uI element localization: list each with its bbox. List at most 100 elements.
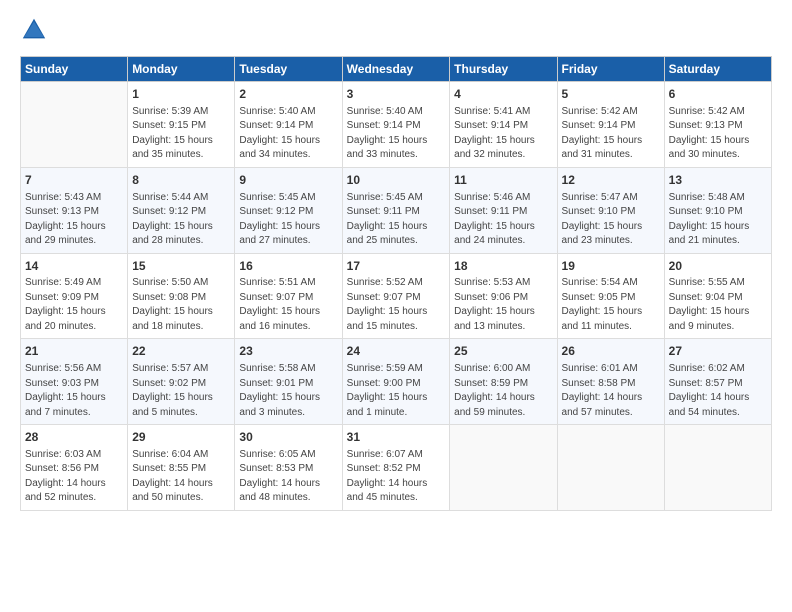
col-header-thursday: Thursday bbox=[450, 57, 557, 82]
day-cell: 10 Sunrise: 5:45 AM Sunset: 9:11 PM Dayli… bbox=[342, 167, 450, 253]
day-info: Sunrise: 5:56 AM Sunset: 9:03 PM Dayligh… bbox=[25, 362, 123, 420]
day-number: 21 bbox=[25, 343, 123, 360]
day-number: 18 bbox=[454, 258, 552, 275]
day-number: 1 bbox=[132, 86, 230, 103]
day-info: Sunrise: 5:39 AM Sunset: 9:15 PM Dayligh… bbox=[132, 105, 230, 163]
day-number: 19 bbox=[562, 258, 660, 275]
day-number: 25 bbox=[454, 343, 552, 360]
day-cell: 4 Sunrise: 5:41 AM Sunset: 9:14 PM Daylig… bbox=[450, 82, 557, 168]
week-row-2: 7Sunrise: 5:43 AM Sunset: 9:13 PM Daylig… bbox=[21, 167, 772, 253]
day-cell: 11 Sunrise: 5:46 AM Sunset: 9:11 PM Dayli… bbox=[450, 167, 557, 253]
day-cell: 28 Sunrise: 6:03 AM Sunset: 8:56 PM Dayli… bbox=[21, 425, 128, 511]
day-info: Sunrise: 5:44 AM Sunset: 9:12 PM Dayligh… bbox=[132, 191, 230, 249]
day-cell: 8 Sunrise: 5:44 AM Sunset: 9:12 PM Daylig… bbox=[128, 167, 235, 253]
day-info: Sunrise: 6:04 AM Sunset: 8:55 PM Dayligh… bbox=[132, 448, 230, 506]
day-cell: 29Sunrise: 6:04 AM Sunset: 8:55 PM Dayli… bbox=[128, 425, 235, 511]
day-number: 11 bbox=[454, 172, 552, 189]
day-cell: 15Sunrise: 5:50 AM Sunset: 9:08 PM Dayli… bbox=[128, 253, 235, 339]
day-info: Sunrise: 5:41 AM Sunset: 9:14 PM Dayligh… bbox=[454, 105, 552, 163]
day-number: 28 bbox=[25, 429, 123, 446]
day-info: Sunrise: 6:01 AM Sunset: 8:58 PM Dayligh… bbox=[562, 362, 660, 420]
day-cell bbox=[557, 425, 664, 511]
day-cell bbox=[664, 425, 771, 511]
day-cell: 25 Sunrise: 6:00 AM Sunset: 8:59 PM Dayli… bbox=[450, 339, 557, 425]
day-number: 10 bbox=[347, 172, 446, 189]
calendar-table: SundayMondayTuesdayWednesdayThursdayFrid… bbox=[20, 56, 772, 511]
day-cell: 16Sunrise: 5:51 AM Sunset: 9:07 PM Dayli… bbox=[235, 253, 342, 339]
day-info: Sunrise: 5:46 AM Sunset: 9:11 PM Dayligh… bbox=[454, 191, 552, 249]
day-info: Sunrise: 5:52 AM Sunset: 9:07 PM Dayligh… bbox=[347, 276, 446, 334]
day-cell: 13 Sunrise: 5:48 AM Sunset: 9:10 PM Dayli… bbox=[664, 167, 771, 253]
day-cell: 22 Sunrise: 5:57 AM Sunset: 9:02 PM Dayli… bbox=[128, 339, 235, 425]
day-number: 6 bbox=[669, 86, 767, 103]
day-number: 13 bbox=[669, 172, 767, 189]
day-cell: 23Sunrise: 5:58 AM Sunset: 9:01 PM Dayli… bbox=[235, 339, 342, 425]
day-info: Sunrise: 5:49 AM Sunset: 9:09 PM Dayligh… bbox=[25, 276, 123, 334]
day-cell: 31 Sunrise: 6:07 AM Sunset: 8:52 PM Dayli… bbox=[342, 425, 450, 511]
day-cell: 26 Sunrise: 6:01 AM Sunset: 8:58 PM Dayli… bbox=[557, 339, 664, 425]
day-info: Sunrise: 5:45 AM Sunset: 9:11 PM Dayligh… bbox=[347, 191, 446, 249]
day-cell: 19Sunrise: 5:54 AM Sunset: 9:05 PM Dayli… bbox=[557, 253, 664, 339]
day-number: 22 bbox=[132, 343, 230, 360]
logo bbox=[20, 16, 52, 44]
day-number: 20 bbox=[669, 258, 767, 275]
day-number: 5 bbox=[562, 86, 660, 103]
day-cell: 27 Sunrise: 6:02 AM Sunset: 8:57 PM Dayli… bbox=[664, 339, 771, 425]
day-cell: 14Sunrise: 5:49 AM Sunset: 9:09 PM Dayli… bbox=[21, 253, 128, 339]
day-number: 8 bbox=[132, 172, 230, 189]
day-info: Sunrise: 5:40 AM Sunset: 9:14 PM Dayligh… bbox=[239, 105, 337, 163]
day-info: Sunrise: 5:47 AM Sunset: 9:10 PM Dayligh… bbox=[562, 191, 660, 249]
col-header-friday: Friday bbox=[557, 57, 664, 82]
day-number: 26 bbox=[562, 343, 660, 360]
col-header-wednesday: Wednesday bbox=[342, 57, 450, 82]
day-number: 15 bbox=[132, 258, 230, 275]
day-cell: 21 Sunrise: 5:56 AM Sunset: 9:03 PM Dayli… bbox=[21, 339, 128, 425]
week-row-1: 1 Sunrise: 5:39 AM Sunset: 9:15 PM Daylig… bbox=[21, 82, 772, 168]
day-info: Sunrise: 5:57 AM Sunset: 9:02 PM Dayligh… bbox=[132, 362, 230, 420]
day-info: Sunrise: 6:00 AM Sunset: 8:59 PM Dayligh… bbox=[454, 362, 552, 420]
day-cell bbox=[450, 425, 557, 511]
day-number: 14 bbox=[25, 258, 123, 275]
day-number: 2 bbox=[239, 86, 337, 103]
day-number: 23 bbox=[239, 343, 337, 360]
day-number: 27 bbox=[669, 343, 767, 360]
day-info: Sunrise: 5:55 AM Sunset: 9:04 PM Dayligh… bbox=[669, 276, 767, 334]
day-info: Sunrise: 5:48 AM Sunset: 9:10 PM Dayligh… bbox=[669, 191, 767, 249]
day-info: Sunrise: 6:05 AM Sunset: 8:53 PM Dayligh… bbox=[239, 448, 337, 506]
day-info: Sunrise: 5:42 AM Sunset: 9:13 PM Dayligh… bbox=[669, 105, 767, 163]
day-cell: 7Sunrise: 5:43 AM Sunset: 9:13 PM Daylig… bbox=[21, 167, 128, 253]
day-info: Sunrise: 5:42 AM Sunset: 9:14 PM Dayligh… bbox=[562, 105, 660, 163]
day-number: 30 bbox=[239, 429, 337, 446]
day-info: Sunrise: 5:51 AM Sunset: 9:07 PM Dayligh… bbox=[239, 276, 337, 334]
day-cell: 18Sunrise: 5:53 AM Sunset: 9:06 PM Dayli… bbox=[450, 253, 557, 339]
page-container: SundayMondayTuesdayWednesdayThursdayFrid… bbox=[0, 0, 792, 521]
week-row-3: 14Sunrise: 5:49 AM Sunset: 9:09 PM Dayli… bbox=[21, 253, 772, 339]
day-info: Sunrise: 6:02 AM Sunset: 8:57 PM Dayligh… bbox=[669, 362, 767, 420]
day-cell bbox=[21, 82, 128, 168]
day-number: 16 bbox=[239, 258, 337, 275]
day-number: 12 bbox=[562, 172, 660, 189]
day-cell: 6 Sunrise: 5:42 AM Sunset: 9:13 PM Daylig… bbox=[664, 82, 771, 168]
col-header-tuesday: Tuesday bbox=[235, 57, 342, 82]
day-number: 31 bbox=[347, 429, 446, 446]
col-header-monday: Monday bbox=[128, 57, 235, 82]
col-header-saturday: Saturday bbox=[664, 57, 771, 82]
week-row-5: 28 Sunrise: 6:03 AM Sunset: 8:56 PM Dayli… bbox=[21, 425, 772, 511]
day-info: Sunrise: 6:03 AM Sunset: 8:56 PM Dayligh… bbox=[25, 448, 123, 506]
day-number: 3 bbox=[347, 86, 446, 103]
day-cell: 24 Sunrise: 5:59 AM Sunset: 9:00 PM Dayli… bbox=[342, 339, 450, 425]
day-number: 4 bbox=[454, 86, 552, 103]
day-cell: 20Sunrise: 5:55 AM Sunset: 9:04 PM Dayli… bbox=[664, 253, 771, 339]
day-info: Sunrise: 5:40 AM Sunset: 9:14 PM Dayligh… bbox=[347, 105, 446, 163]
week-row-4: 21 Sunrise: 5:56 AM Sunset: 9:03 PM Dayli… bbox=[21, 339, 772, 425]
day-info: Sunrise: 5:59 AM Sunset: 9:00 PM Dayligh… bbox=[347, 362, 446, 420]
header bbox=[20, 16, 772, 44]
day-number: 9 bbox=[239, 172, 337, 189]
day-info: Sunrise: 6:07 AM Sunset: 8:52 PM Dayligh… bbox=[347, 448, 446, 506]
col-header-sunday: Sunday bbox=[21, 57, 128, 82]
day-cell: 12 Sunrise: 5:47 AM Sunset: 9:10 PM Dayli… bbox=[557, 167, 664, 253]
day-number: 24 bbox=[347, 343, 446, 360]
day-cell: 2 Sunrise: 5:40 AM Sunset: 9:14 PM Daylig… bbox=[235, 82, 342, 168]
day-info: Sunrise: 5:45 AM Sunset: 9:12 PM Dayligh… bbox=[239, 191, 337, 249]
day-info: Sunrise: 5:54 AM Sunset: 9:05 PM Dayligh… bbox=[562, 276, 660, 334]
